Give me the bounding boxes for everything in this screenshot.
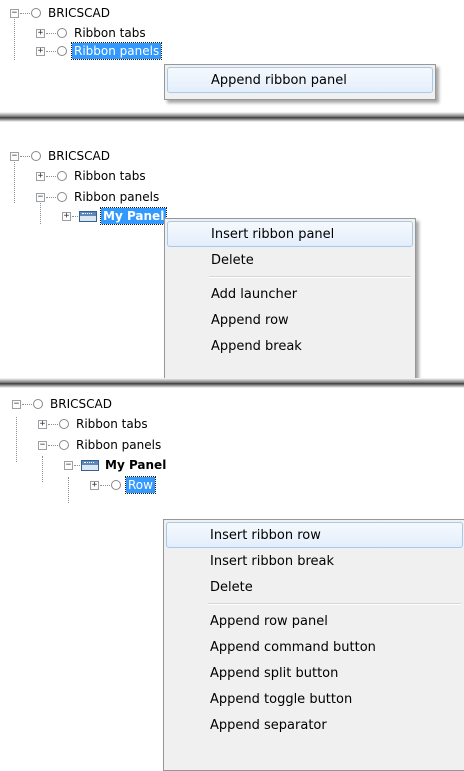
tree-label-ribbon-tabs: Ribbon tabs <box>76 417 148 431</box>
tree-label-ribbon-tabs: Ribbon tabs <box>74 169 146 183</box>
tree-node-my-panel[interactable]: + My Panel <box>62 207 168 225</box>
node-circle-icon <box>57 46 67 56</box>
context-menu: Insert ribbon panel Delete Add launcher … <box>164 218 416 380</box>
tree-label-my-panel: My Panel <box>105 458 167 472</box>
menu-item-delete[interactable]: Delete <box>167 247 413 273</box>
tree-label-ribbon-panels[interactable]: Ribbon panels <box>70 42 163 60</box>
tree-connector <box>46 175 56 177</box>
tree-node-bricscad[interactable]: − BRICSCAD <box>10 147 112 165</box>
node-circle-icon <box>59 419 69 429</box>
tree-label-ribbon-panels: Ribbon panels <box>76 438 162 452</box>
tree-guide-line <box>14 160 15 203</box>
expand-icon[interactable]: + <box>90 480 99 490</box>
menu-separator <box>209 276 411 278</box>
tree-node-ribbon-tabs[interactable]: + Ribbon tabs <box>36 167 148 185</box>
expand-icon[interactable]: + <box>62 211 71 221</box>
menu-item-insert-ribbon-panel[interactable]: Insert ribbon panel <box>167 221 413 247</box>
node-circle-icon <box>57 192 67 202</box>
menu-item-append-toggle-button[interactable]: Append toggle button <box>166 686 463 712</box>
tree-connector <box>22 403 32 405</box>
tree-node-ribbon-panels[interactable]: + Ribbon panels <box>36 42 163 60</box>
menu-item-append-split-button[interactable]: Append split button <box>166 660 463 686</box>
tree-label-root: BRICSCAD <box>48 149 110 163</box>
screenshot-panel-3: − BRICSCAD + Ribbon tabs − Ribbon panels… <box>0 392 464 771</box>
node-circle-icon <box>59 440 69 450</box>
tree-label-root: BRICSCAD <box>48 6 110 20</box>
collapse-icon[interactable]: − <box>12 399 21 409</box>
tree-connector <box>74 464 80 466</box>
menu-item-append-break[interactable]: Append break <box>167 333 413 359</box>
menu-item-delete[interactable]: Delete <box>166 574 463 600</box>
tree-label-my-panel[interactable]: My Panel <box>99 207 168 225</box>
ribbon-panel-icon <box>79 210 97 222</box>
expand-icon[interactable]: + <box>36 46 45 56</box>
menu-item-append-row[interactable]: Append row <box>167 307 413 333</box>
collapse-icon[interactable]: − <box>64 460 73 470</box>
expand-icon[interactable]: + <box>38 419 47 429</box>
ribbon-panel-icon <box>81 459 99 471</box>
tree-connector <box>48 444 58 446</box>
node-circle-icon <box>57 28 67 38</box>
tree-guide-line <box>16 417 17 462</box>
tree-label-ribbon-panels: Ribbon panels <box>74 190 160 204</box>
tree-connector <box>46 32 56 34</box>
tree-node-ribbon-panels[interactable]: − Ribbon panels <box>38 436 163 454</box>
tree-connector <box>46 50 56 52</box>
tree-guide-line <box>14 17 15 60</box>
node-circle-icon <box>31 151 41 161</box>
tree-connector <box>100 484 110 486</box>
menu-item-add-launcher[interactable]: Add launcher <box>167 281 413 307</box>
tree-connector <box>48 423 58 425</box>
menu-item-insert-ribbon-break[interactable]: Insert ribbon break <box>166 548 463 574</box>
tree-node-ribbon-panels[interactable]: − Ribbon panels <box>36 188 161 206</box>
expand-icon[interactable]: + <box>36 171 45 181</box>
collapse-icon[interactable]: − <box>10 8 19 18</box>
node-circle-icon <box>33 399 43 409</box>
tree-guide-line <box>42 456 43 482</box>
node-circle-icon <box>31 8 41 18</box>
node-circle-icon <box>57 171 67 181</box>
screenshot-panel-1: − BRICSCAD + Ribbon tabs + Ribbon panels… <box>0 0 464 110</box>
tree-node-my-panel[interactable]: − My Panel <box>64 456 168 474</box>
node-circle-icon <box>111 480 121 490</box>
panel-divider <box>0 112 464 122</box>
tree-connector <box>72 215 78 217</box>
collapse-icon[interactable]: − <box>10 151 19 161</box>
menu-item-insert-ribbon-row[interactable]: Insert ribbon row <box>166 522 463 548</box>
tree-connector <box>46 196 56 198</box>
menu-separator <box>208 603 461 605</box>
expand-icon[interactable]: + <box>36 28 45 38</box>
menu-item-append-ribbon-panel[interactable]: Append ribbon panel <box>167 67 433 93</box>
tree-node-row[interactable]: + Row <box>90 476 156 494</box>
tree-node-ribbon-tabs[interactable]: + Ribbon tabs <box>38 415 150 433</box>
context-menu: Insert ribbon row Insert ribbon break De… <box>163 519 464 771</box>
tree-connector <box>20 12 30 14</box>
collapse-icon[interactable]: − <box>38 440 47 450</box>
tree-label-row[interactable]: Row <box>125 476 156 494</box>
menu-item-append-separator[interactable]: Append separator <box>166 712 463 738</box>
tree-label-ribbon-tabs: Ribbon tabs <box>74 26 146 40</box>
panel-divider <box>0 378 464 388</box>
context-menu: Append ribbon panel <box>164 64 436 100</box>
collapse-icon[interactable]: − <box>36 192 45 202</box>
tree-guide-line <box>68 477 69 503</box>
tree-node-ribbon-tabs[interactable]: + Ribbon tabs <box>36 24 148 42</box>
tree-connector <box>20 155 30 157</box>
tree-node-bricscad[interactable]: − BRICSCAD <box>10 4 112 22</box>
menu-item-append-command-button[interactable]: Append command button <box>166 634 463 660</box>
screenshot-panel-2: − BRICSCAD + Ribbon tabs − Ribbon panels… <box>0 130 464 380</box>
tree-label-root: BRICSCAD <box>50 397 112 411</box>
menu-item-append-row-panel[interactable]: Append row panel <box>166 608 463 634</box>
tree-node-bricscad[interactable]: − BRICSCAD <box>12 395 114 413</box>
